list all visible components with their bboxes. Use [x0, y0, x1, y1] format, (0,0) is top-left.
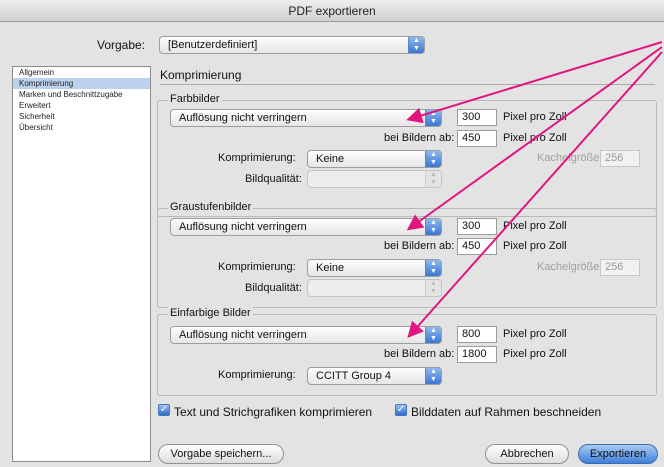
- crop-images-label: Bilddaten auf Rahmen beschneiden: [411, 405, 602, 419]
- gray-ppi-field[interactable]: 300: [457, 218, 497, 235]
- gray-above-unit: Pixel pro Zoll: [503, 240, 567, 252]
- preset-select[interactable]: [Benutzerdefiniert] ▲ ▼: [159, 36, 425, 54]
- compress-text-label: Text und Strichgrafiken komprimieren: [174, 405, 373, 419]
- color-quality-select[interactable]: ▲ ▼: [307, 170, 442, 188]
- color-downsample-value: Auflösung nicht verringern: [179, 112, 307, 124]
- popup-arrows-icon: ▲ ▼: [425, 110, 441, 126]
- window-title: PDF exportieren: [0, 0, 664, 22]
- color-above-unit: Pixel pro Zoll: [503, 132, 567, 144]
- mono-ppi-unit: Pixel pro Zoll: [503, 328, 567, 340]
- mono-above-unit: Pixel pro Zoll: [503, 348, 567, 360]
- gray-compression-label: Komprimierung:: [218, 261, 296, 273]
- mono-ppi-field[interactable]: 800: [457, 326, 497, 343]
- preset-label: Vorgabe:: [97, 38, 146, 52]
- compress-text-checkbox[interactable]: ✓: [158, 404, 170, 416]
- popup-arrows-icon: ▲ ▼: [425, 171, 441, 187]
- section-divider: [160, 84, 655, 85]
- dialog-body: Vorgabe: [Benutzerdefiniert] ▲ ▼ Allgemei…: [0, 22, 664, 467]
- sidebar-item-erweitert[interactable]: Erweitert: [13, 100, 150, 111]
- popup-arrows-icon: ▲ ▼: [425, 151, 441, 167]
- gray-ppi-unit: Pixel pro Zoll: [503, 220, 567, 232]
- sidebar-item-sicherheit[interactable]: Sicherheit: [13, 111, 150, 122]
- mono-compression-value: CCITT Group 4: [316, 370, 391, 382]
- mono-images-title: Einfarbige Bilder: [168, 307, 253, 319]
- category-list: Allgemein Komprimierung Marken und Besch…: [12, 66, 151, 462]
- gray-images-title: Graustufenbilder: [168, 201, 254, 213]
- color-compression-value: Keine: [316, 153, 345, 165]
- sidebar-item-marken[interactable]: Marken und Beschnittzugabe: [13, 89, 150, 100]
- mono-above-label: bei Bildern ab:: [384, 348, 455, 360]
- color-compression-select[interactable]: Keine ▲ ▼: [307, 150, 442, 168]
- preset-value: [Benutzerdefiniert]: [168, 39, 258, 51]
- color-ppi-unit: Pixel pro Zoll: [503, 111, 567, 123]
- gray-tile-field[interactable]: 256: [600, 259, 640, 276]
- sidebar-item-uebersicht[interactable]: Übersicht: [13, 122, 150, 133]
- gray-above-field[interactable]: 450: [457, 238, 497, 255]
- popup-arrows-icon: ▲ ▼: [425, 219, 441, 235]
- cancel-button[interactable]: Abbrechen: [485, 444, 569, 464]
- popup-arrows-icon: ▲ ▼: [425, 327, 441, 343]
- color-downsample-select[interactable]: Auflösung nicht verringern ▲ ▼: [170, 109, 442, 127]
- mono-compression-select[interactable]: CCITT Group 4 ▲ ▼: [307, 367, 442, 385]
- popup-arrows-icon: ▲ ▼: [408, 37, 424, 53]
- export-button[interactable]: Exportieren: [578, 444, 658, 464]
- gray-downsample-select[interactable]: Auflösung nicht verringern ▲ ▼: [170, 218, 442, 236]
- crop-images-checkbox[interactable]: ✓: [395, 404, 407, 416]
- mono-downsample-value: Auflösung nicht verringern: [179, 329, 307, 341]
- section-title: Komprimierung: [160, 68, 242, 82]
- color-tile-field[interactable]: 256: [600, 150, 640, 167]
- color-tile-label: Kachelgröße:: [537, 152, 603, 164]
- gray-above-label: bei Bildern ab:: [384, 240, 455, 252]
- gray-compression-select[interactable]: Keine ▲ ▼: [307, 259, 442, 277]
- gray-compression-value: Keine: [316, 262, 345, 274]
- color-above-field[interactable]: 450: [457, 130, 497, 147]
- color-above-label: bei Bildern ab:: [384, 132, 455, 144]
- popup-arrows-icon: ▲ ▼: [425, 260, 441, 276]
- sidebar-item-komprimierung[interactable]: Komprimierung: [13, 78, 150, 89]
- color-ppi-field[interactable]: 300: [457, 109, 497, 126]
- popup-arrows-icon: ▲ ▼: [425, 368, 441, 384]
- gray-downsample-value: Auflösung nicht verringern: [179, 221, 307, 233]
- gray-quality-label: Bildqualität:: [245, 282, 302, 294]
- color-images-title: Farbbilder: [168, 93, 222, 105]
- mono-downsample-select[interactable]: Auflösung nicht verringern ▲ ▼: [170, 326, 442, 344]
- popup-arrows-icon: ▲ ▼: [425, 280, 441, 296]
- color-quality-label: Bildqualität:: [245, 173, 302, 185]
- sidebar-item-allgemein[interactable]: Allgemein: [13, 67, 150, 78]
- gray-tile-label: Kachelgröße:: [537, 261, 603, 273]
- color-compression-label: Komprimierung:: [218, 152, 296, 164]
- mono-compression-label: Komprimierung:: [218, 369, 296, 381]
- gray-quality-select[interactable]: ▲ ▼: [307, 279, 442, 297]
- mono-above-field[interactable]: 1800: [457, 346, 497, 363]
- save-preset-button[interactable]: Vorgabe speichern...: [158, 444, 284, 464]
